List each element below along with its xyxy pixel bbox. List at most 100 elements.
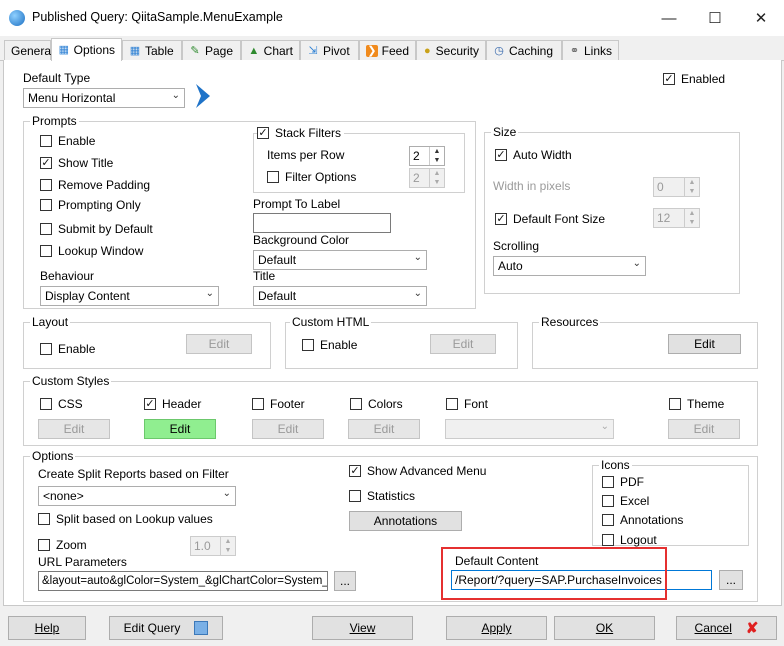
- layout-group-label: Layout: [30, 315, 71, 329]
- scrolling-label: Scrolling: [493, 239, 540, 253]
- prompt-to-label: Prompt To Label: [253, 197, 341, 211]
- width-in-pixels-spinner[interactable]: 0 ▲ ▼: [653, 177, 700, 197]
- pivot-icon: ⇲: [308, 44, 318, 57]
- theme-checkbox[interactable]: Theme: [669, 397, 724, 411]
- colors-checkbox[interactable]: Colors: [350, 397, 403, 411]
- tab-table[interactable]: ▦ Table: [122, 40, 182, 60]
- title-select[interactable]: Default ⌄: [253, 286, 427, 306]
- footer-checkbox[interactable]: Footer: [252, 397, 305, 411]
- font-select[interactable]: ⌄: [445, 419, 614, 439]
- tab-options[interactable]: ▦ Options: [51, 38, 122, 61]
- custom-html-edit-button[interactable]: Edit: [430, 334, 496, 354]
- auto-width-checkbox[interactable]: ✓ Auto Width: [495, 148, 572, 162]
- chart-icon: ▲: [248, 44, 260, 57]
- split-lookup-checkbox[interactable]: Split based on Lookup values: [38, 512, 213, 526]
- submit-by-default-checkbox[interactable]: Submit by Default: [40, 222, 153, 236]
- scrolling-select[interactable]: Auto ⌄: [493, 256, 646, 276]
- maximize-icon[interactable]: ☐: [692, 0, 738, 36]
- default-type-select[interactable]: Menu Horizontal ⌄: [23, 88, 185, 108]
- page-icon: ✎: [190, 44, 200, 57]
- items-per-row-spinner[interactable]: 2 ▲ ▼: [409, 146, 445, 166]
- filter-options-checkbox[interactable]: Filter Options: [267, 170, 356, 184]
- filter-options-spinner[interactable]: 2 ▲ ▼: [409, 168, 445, 188]
- width-in-pixels-label: Width in pixels: [493, 179, 571, 193]
- excel-checkbox[interactable]: Excel: [602, 494, 649, 508]
- tab-links[interactable]: ⚭ Links: [562, 40, 619, 60]
- lock-icon: ●: [423, 44, 431, 57]
- split-reports-select[interactable]: <none> ⌄: [38, 486, 236, 506]
- prompting-only-checkbox[interactable]: Prompting Only: [40, 198, 141, 212]
- css-checkbox[interactable]: CSS: [40, 397, 83, 411]
- minimize-icon[interactable]: —: [646, 0, 692, 36]
- clock-icon: ◷: [494, 44, 504, 57]
- tab-caching[interactable]: ◷ Caching: [486, 40, 562, 60]
- spin-up-icon[interactable]: ▲: [430, 147, 444, 156]
- footer-edit-button[interactable]: Edit: [252, 419, 324, 439]
- items-per-row-label: Items per Row: [267, 148, 345, 162]
- background-color-label: Background Color: [253, 233, 350, 247]
- title-bar[interactable]: Published Query: QiitaSample.MenuExample…: [0, 0, 784, 36]
- resources-group-label: Resources: [539, 315, 601, 329]
- font-size-spinner[interactable]: 12 ▲ ▼: [653, 208, 700, 228]
- tab-page[interactable]: ✎ Page: [182, 40, 241, 60]
- ok-button[interactable]: OK: [554, 616, 655, 640]
- layout-edit-button[interactable]: Edit: [186, 334, 252, 354]
- chevron-down-icon: ⌄: [600, 421, 609, 432]
- default-type-label: Default Type: [23, 71, 91, 85]
- custom-html-enable-checkbox[interactable]: Enable: [302, 338, 357, 352]
- custom-html-group-label: Custom HTML: [290, 315, 372, 329]
- resources-edit-button[interactable]: Edit: [668, 334, 741, 354]
- chevron-down-icon: ⌄: [171, 90, 180, 101]
- zoom-checkbox[interactable]: Zoom: [38, 538, 87, 552]
- help-button[interactable]: Help: [8, 616, 86, 640]
- statistics-checkbox[interactable]: Statistics: [349, 489, 415, 503]
- default-content-browse-button[interactable]: ...: [719, 570, 743, 590]
- tab-chart[interactable]: ▲ Chart: [241, 40, 300, 60]
- behaviour-select[interactable]: Display Content ⌄: [40, 286, 219, 306]
- edit-query-button[interactable]: Edit Query: [109, 616, 223, 640]
- header-checkbox[interactable]: ✓ Header: [144, 397, 201, 411]
- show-title-checkbox[interactable]: ✓ Show Title: [40, 156, 113, 170]
- link-icon: ⚭: [569, 44, 580, 57]
- spin-down-icon[interactable]: ▼: [430, 156, 444, 165]
- logout-checkbox[interactable]: Logout: [602, 533, 657, 547]
- prompt-to-label-input[interactable]: [253, 213, 391, 233]
- chevron-down-icon: ⌄: [632, 258, 641, 269]
- lookup-window-checkbox[interactable]: Lookup Window: [40, 244, 143, 258]
- prompts-enable-checkbox[interactable]: Enable: [40, 134, 95, 148]
- layout-enable-checkbox[interactable]: Enable: [40, 342, 95, 356]
- theme-edit-button[interactable]: Edit: [668, 419, 740, 439]
- chevron-right-icon: [196, 84, 210, 108]
- header-edit-button[interactable]: Edit: [144, 419, 216, 439]
- stack-filters-checkbox[interactable]: ✓ Stack Filters: [257, 126, 345, 140]
- cancel-button[interactable]: Cancel ✘: [676, 616, 777, 640]
- app-globe-icon: [9, 10, 25, 26]
- colors-edit-button[interactable]: Edit: [348, 419, 420, 439]
- url-parameters-input[interactable]: &layout=auto&glColor=System_&glChartColo…: [38, 571, 328, 591]
- annotations-checkbox[interactable]: Annotations: [602, 513, 683, 527]
- title-label: Title: [253, 269, 276, 283]
- css-edit-button[interactable]: Edit: [38, 419, 110, 439]
- tab-pivot[interactable]: ⇲ Pivot: [300, 40, 359, 60]
- zoom-spinner[interactable]: 1.0 ▲ ▼: [190, 536, 236, 556]
- view-button[interactable]: View: [312, 616, 413, 640]
- url-parameters-browse-button[interactable]: ...: [334, 571, 356, 591]
- options-group-label: Options: [30, 449, 76, 463]
- tab-security[interactable]: ● Security: [416, 40, 486, 60]
- remove-padding-checkbox[interactable]: Remove Padding: [40, 178, 150, 192]
- enabled-checkbox[interactable]: ✓ Enabled: [663, 72, 725, 86]
- tab-feed[interactable]: ❯ Feed: [359, 40, 416, 60]
- prompts-group-label: Prompts: [30, 114, 79, 128]
- close-icon[interactable]: ✕: [738, 0, 784, 36]
- default-font-size-checkbox[interactable]: ✓ Default Font Size: [495, 212, 605, 226]
- apply-button[interactable]: Apply: [446, 616, 547, 640]
- behaviour-label: Behaviour: [40, 269, 95, 283]
- query-icon: [194, 621, 209, 635]
- font-checkbox[interactable]: Font: [446, 397, 488, 411]
- annotations-button[interactable]: Annotations: [349, 511, 462, 531]
- background-color-select[interactable]: Default ⌄: [253, 250, 427, 270]
- tab-general[interactable]: General: [4, 40, 54, 60]
- pdf-checkbox[interactable]: PDF: [602, 475, 644, 489]
- size-group-label: Size: [491, 125, 519, 139]
- show-advanced-menu-checkbox[interactable]: ✓ Show Advanced Menu: [349, 464, 486, 478]
